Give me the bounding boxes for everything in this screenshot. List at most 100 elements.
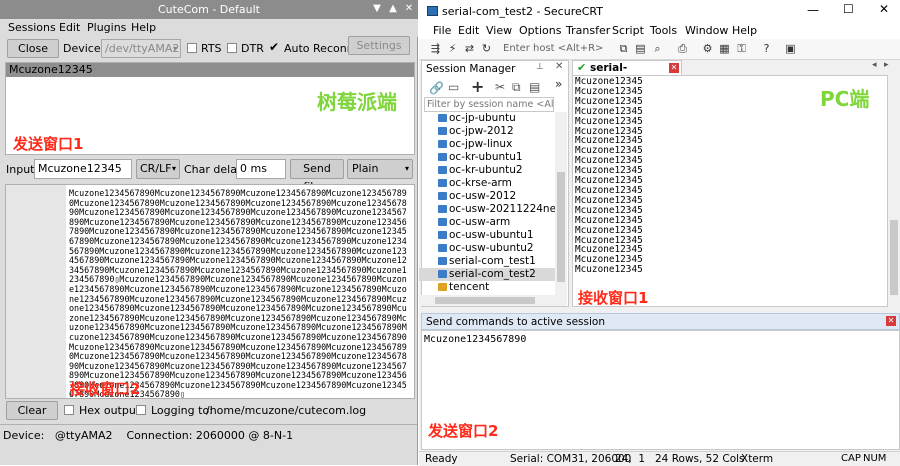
securecrt-titlebar: serial-com_test2 - SecureCRT — ☐ ✕	[419, 0, 900, 22]
menu-script[interactable]: Script	[612, 24, 644, 37]
sent-history-line[interactable]: Mcuzone12345	[6, 63, 414, 77]
link-icon[interactable]: 🔗	[429, 81, 444, 95]
close-button[interactable]: Close	[7, 39, 59, 58]
image-icon[interactable]: ▣	[784, 42, 797, 55]
connect-icon[interactable]: ⇶	[429, 42, 442, 55]
keymap-icon[interactable]: ⚿	[735, 42, 748, 55]
menu-file[interactable]: File	[433, 24, 451, 37]
session-options-icon[interactable]: ▦	[718, 42, 731, 55]
receive-panel[interactable]: Mcuzone1234567890Mcuzone1234567890Mcuzon…	[5, 184, 415, 399]
minimize-icon[interactable]: ▼	[372, 4, 382, 14]
maximize-icon[interactable]: ☐	[843, 2, 854, 16]
menu-help[interactable]: Help	[131, 21, 156, 34]
more-icon[interactable]: »	[555, 77, 562, 91]
session-label: oc-kr-ubuntu2	[449, 164, 523, 176]
session-item[interactable]: oc-kr-ubuntu1	[419, 151, 555, 164]
session-item[interactable]: oc-jpw-linux	[419, 138, 555, 151]
connect-in-tab-icon[interactable]: ⇄	[463, 42, 476, 55]
menu-transfer[interactable]: Transfer	[566, 24, 610, 37]
pin-icon[interactable]: ⊥	[536, 62, 544, 72]
menu-tools[interactable]: Tools	[650, 24, 677, 37]
raspberry-pi-label: 树莓派端	[317, 90, 397, 114]
menu-options[interactable]: Options	[519, 24, 561, 37]
clear-button[interactable]: Clear	[6, 401, 58, 420]
hscrollbar-thumb[interactable]	[435, 297, 535, 304]
session-hscrollbar[interactable]	[421, 295, 567, 306]
tab-serial-com-test2[interactable]: ✔ serial-com_test2	[572, 60, 682, 86]
print-icon[interactable]: ⎙	[676, 42, 689, 55]
session-label: oc-usw-arm	[449, 216, 511, 228]
session-item[interactable]: oc-usw-2012	[419, 190, 555, 203]
terminal-scrollbar-thumb[interactable]	[890, 220, 898, 295]
session-label: serial-com_test2	[449, 268, 536, 280]
menu-window[interactable]: Window	[685, 24, 728, 37]
rts-checkbox[interactable]	[187, 43, 197, 53]
session-item[interactable]: oc-kr-ubuntu2	[419, 164, 555, 177]
session-item[interactable]: oc-usw-arm	[419, 216, 555, 229]
menu-help[interactable]: Help	[732, 24, 757, 37]
session-filter-input[interactable]: Filter by session name <Alt...	[424, 97, 554, 112]
auto-reconnect-checkbox[interactable]: ✔	[269, 40, 279, 54]
terminal-scrollbar[interactable]	[888, 75, 900, 307]
settings-button[interactable]: Settings	[348, 36, 410, 55]
char-delay-field[interactable]: 0 ms	[236, 159, 286, 179]
session-scrollbar[interactable]	[555, 112, 567, 295]
session-item[interactable]: oc-krse-arm	[419, 177, 555, 190]
settings-icon[interactable]: ⚙	[701, 42, 714, 55]
session-item[interactable]: oc-usw-20211224ne	[419, 203, 555, 216]
logging-checkbox[interactable]	[136, 405, 146, 415]
tab-left-icon[interactable]: ◂	[872, 60, 877, 70]
session-item[interactable]: oc-jpw-2012	[419, 125, 555, 138]
quick-connect-icon[interactable]: ⚡	[446, 42, 459, 55]
receive-window-2-label: 接收窗口2	[70, 380, 141, 398]
find-icon[interactable]: ⌕	[651, 42, 664, 55]
menu-sessions[interactable]: Sessions	[8, 21, 56, 34]
mode-select[interactable]: Plain ▾	[347, 159, 413, 179]
session-item[interactable]: serial-com_test1	[419, 255, 555, 268]
session-icon	[438, 166, 447, 174]
close-icon[interactable]: ✕	[404, 4, 414, 14]
menu-edit[interactable]: Edit	[59, 21, 80, 34]
session-item[interactable]: tencent	[419, 281, 555, 294]
properties-icon[interactable]: ▭	[448, 80, 459, 94]
status-serial: Serial: COM31, 206000	[510, 453, 632, 465]
menu-edit[interactable]: Edit	[458, 24, 479, 37]
add-session-icon[interactable]: +	[471, 77, 484, 96]
close-icon[interactable]: ✕	[879, 2, 889, 16]
help-icon[interactable]: ?	[760, 42, 773, 55]
session-item[interactable]: serial-com_test2	[419, 268, 555, 281]
folder-icon	[438, 283, 447, 291]
session-label: oc-jpw-linux	[449, 138, 513, 150]
menu-plugins[interactable]: Plugins	[87, 21, 126, 34]
tab-right-icon[interactable]: ▸	[884, 60, 889, 70]
dtr-checkbox[interactable]	[227, 43, 237, 53]
minimize-icon[interactable]: —	[807, 3, 819, 17]
input-field[interactable]: Mcuzone12345	[34, 159, 132, 179]
status-ready: Ready	[425, 453, 458, 465]
status-size: 24 Rows, 52 Cols	[655, 453, 745, 465]
session-item[interactable]: oc-jp-ubuntu	[419, 112, 555, 125]
paste-session-icon[interactable]: ▤	[529, 80, 540, 94]
session-label: serial-com_test1	[449, 255, 536, 267]
close-tab-icon[interactable]: ✕	[669, 63, 679, 73]
send-file-button[interactable]: Send file...	[290, 159, 344, 193]
device-select[interactable]: /dev/ttyAMA2 ▾	[101, 39, 181, 58]
session-icon	[438, 153, 447, 161]
cut-icon[interactable]: ✂	[495, 80, 505, 94]
enter-host-field[interactable]: Enter host <Alt+R>	[503, 43, 603, 54]
copy-icon[interactable]: ⧉	[617, 42, 630, 55]
paste-icon[interactable]: ▤	[634, 42, 647, 55]
copy-session-icon[interactable]: ⧉	[512, 80, 521, 95]
divider	[0, 424, 417, 425]
maximize-icon[interactable]: ▲	[388, 4, 398, 14]
close-send-panel-icon[interactable]: ✕	[886, 316, 896, 326]
line-end-select[interactable]: CR/LF ▾	[136, 159, 180, 179]
scrollbar-thumb[interactable]	[557, 172, 565, 282]
session-item[interactable]: oc-usw-ubuntu2	[419, 242, 555, 255]
session-item[interactable]: oc-usw-ubuntu1	[419, 229, 555, 242]
close-panel-icon[interactable]: ✕	[555, 61, 563, 72]
reconnect-icon[interactable]: ↻	[480, 42, 493, 55]
hex-output-checkbox[interactable]	[64, 405, 74, 415]
menu-view[interactable]: View	[486, 24, 512, 37]
cutecom-status: Device: @ttyAMA2 Connection: 2060000 @ 8…	[3, 429, 294, 442]
